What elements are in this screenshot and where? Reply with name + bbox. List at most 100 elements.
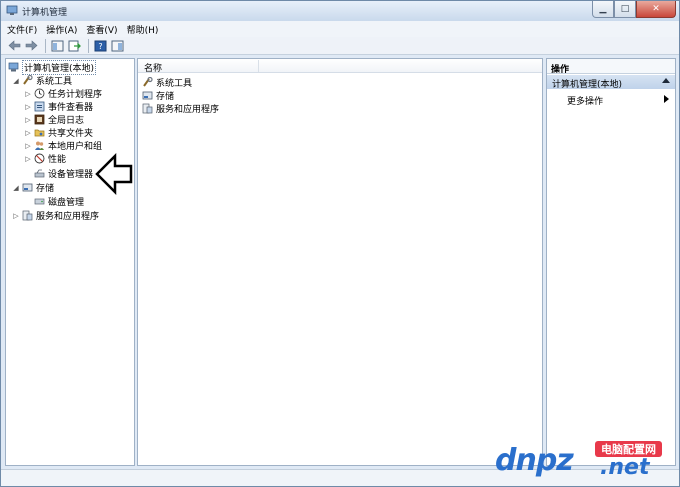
- export-list-icon: [68, 40, 81, 51]
- actions-header: 操作: [547, 59, 675, 75]
- tree-item-label: 服务和应用程序: [36, 212, 100, 222]
- tree-item-device-manager[interactable]: 设备管理器: [34, 167, 93, 180]
- computer-management-icon: [6, 5, 18, 15]
- list-item[interactable]: 系统工具: [142, 76, 192, 89]
- actions-pane: 操作 计算机管理(本地) 更多操作: [546, 58, 676, 466]
- list-item-label: 服务和应用程序: [156, 105, 220, 115]
- tree-item-services-applications[interactable]: ▷ 服务和应用程序: [12, 209, 99, 222]
- users-icon: [34, 140, 45, 151]
- tree-item-label: 磁盘管理: [48, 198, 85, 208]
- tree-item-label: 任务计划程序: [48, 90, 103, 100]
- help-button[interactable]: ?: [93, 39, 108, 53]
- expand-icon[interactable]: ▷: [24, 142, 32, 150]
- close-button[interactable]: ✕: [636, 1, 676, 18]
- menu-view[interactable]: 查看(V): [86, 23, 117, 36]
- more-actions-label: 更多操作: [567, 97, 604, 107]
- close-icon: ✕: [652, 4, 660, 14]
- action-pane-icon: [111, 40, 124, 51]
- list-item-label: 系统工具: [156, 79, 193, 89]
- tree-item-task-scheduler[interactable]: ▷ 任务计划程序: [24, 87, 102, 100]
- back-arrow-icon: [8, 40, 21, 51]
- actions-section-label: 计算机管理(本地): [552, 80, 623, 90]
- minimize-button[interactable]: ▁: [592, 1, 614, 18]
- actions-header-label: 操作: [551, 65, 570, 75]
- tree-item-label: 设备管理器: [48, 170, 94, 180]
- tree-item-storage[interactable]: ◢ 存储: [12, 181, 55, 195]
- shared-folder-icon: [34, 127, 45, 138]
- column-header-label: 名称: [144, 64, 163, 74]
- title-bar[interactable]: 计算机管理 ▁ □ ✕: [1, 1, 679, 21]
- annotation-arrow-icon: [95, 153, 133, 195]
- column-divider[interactable]: [258, 60, 259, 72]
- tree-item-label: 共享文件夹: [48, 129, 94, 139]
- maximize-button[interactable]: □: [614, 1, 636, 18]
- tree-item-label: 存储: [36, 184, 55, 194]
- tools-icon: [22, 75, 33, 86]
- device-manager-icon: [34, 168, 45, 179]
- expand-icon[interactable]: ▷: [24, 90, 32, 98]
- menu-action[interactable]: 操作(A): [46, 23, 77, 36]
- expand-icon[interactable]: ▷: [24, 103, 32, 111]
- tree-item-label: 性能: [48, 155, 67, 165]
- toolbar: ?: [1, 37, 679, 55]
- forward-arrow-icon: [25, 40, 38, 51]
- show-hide-action-pane-button[interactable]: [110, 39, 125, 53]
- log-icon: [34, 114, 45, 125]
- tree-item-label: 全局日志: [48, 116, 85, 126]
- watermark-brand: dnpz: [495, 443, 574, 478]
- tree-item-label: 事件查看器: [48, 103, 94, 113]
- tree-item-local-users-groups[interactable]: ▷ 本地用户和组: [24, 139, 102, 152]
- help-icon: ?: [94, 40, 107, 51]
- collapse-up-icon[interactable]: [662, 78, 670, 83]
- services-icon: [142, 103, 153, 114]
- expand-icon[interactable]: ▷: [12, 212, 20, 220]
- more-actions-item[interactable]: 更多操作: [547, 92, 675, 107]
- toolbar-separator: [88, 38, 89, 53]
- back-button[interactable]: [7, 39, 22, 53]
- storage-icon: [142, 90, 153, 101]
- forward-button[interactable]: [24, 39, 39, 53]
- column-header-name[interactable]: 名称: [138, 59, 542, 74]
- menu-file[interactable]: 文件(F): [7, 23, 37, 36]
- computer-management-window: 计算机管理 ▁ □ ✕ 文件(F) 操作(A) 查看(V) 帮助(H) ? 计算…: [0, 0, 680, 487]
- expand-icon[interactable]: ▷: [24, 155, 32, 163]
- list-item[interactable]: 存储: [142, 89, 174, 102]
- up-level-button[interactable]: [50, 39, 65, 53]
- watermark-tld: .net: [600, 455, 650, 480]
- computer-management-icon: [8, 62, 19, 73]
- tree-item-label: 本地用户和组: [48, 142, 103, 152]
- results-pane: 名称 系统工具 存储 服务和应用程序: [137, 58, 543, 466]
- disk-icon: [34, 196, 45, 207]
- watermark-logo: dnpz 电脑配置网 .net: [487, 437, 679, 485]
- tree-item-performance[interactable]: ▷ 性能: [24, 152, 66, 165]
- export-button[interactable]: [67, 39, 82, 53]
- console-tree-icon: [51, 40, 64, 51]
- list-item-label: 存储: [156, 92, 175, 102]
- menu-help[interactable]: 帮助(H): [127, 23, 159, 36]
- actions-section-computer-management[interactable]: 计算机管理(本地): [547, 75, 675, 90]
- collapse-icon[interactable]: ◢: [12, 77, 20, 85]
- window-title: 计算机管理: [22, 8, 68, 18]
- maximize-icon: □: [620, 4, 630, 14]
- tree-item-disk-management[interactable]: 磁盘管理: [34, 195, 84, 208]
- performance-icon: [34, 153, 45, 164]
- menu-bar: 文件(F) 操作(A) 查看(V) 帮助(H): [1, 21, 679, 37]
- tree-item-event-viewer[interactable]: ▷ 事件查看器: [24, 100, 93, 113]
- collapse-icon[interactable]: ◢: [12, 184, 20, 192]
- expand-icon[interactable]: ▷: [24, 116, 32, 124]
- tree-item-shared-folders[interactable]: ▷ 共享文件夹: [24, 126, 94, 140]
- toolbar-separator: [45, 38, 46, 53]
- tree-item-system-tools[interactable]: ◢ 系统工具: [12, 74, 72, 87]
- tree-root-label: 计算机管理(本地): [22, 60, 97, 75]
- list-item[interactable]: 服务和应用程序: [142, 102, 219, 115]
- console-tree-pane: 计算机管理(本地) ◢ 系统工具 ▷ 任务计划程序 ▷ 事件查看器 ▷ 全局日志…: [5, 58, 135, 466]
- storage-icon: [22, 182, 33, 193]
- tools-icon: [142, 77, 153, 88]
- event-viewer-icon: [34, 101, 45, 112]
- tree-root[interactable]: 计算机管理(本地): [8, 60, 97, 75]
- expand-icon[interactable]: ▷: [24, 129, 32, 137]
- services-icon: [22, 210, 33, 221]
- window-controls: ▁ □ ✕: [592, 1, 676, 18]
- tree-item-global-log[interactable]: ▷ 全局日志: [24, 113, 84, 126]
- svg-text:?: ?: [98, 42, 102, 51]
